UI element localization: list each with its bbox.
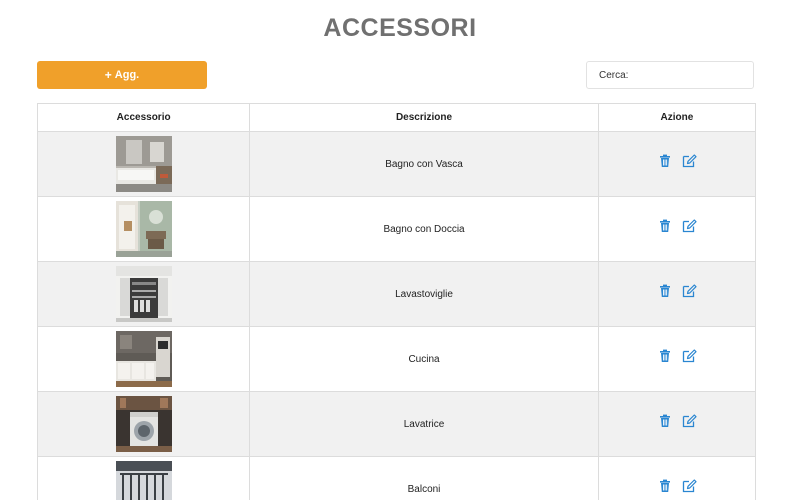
row-actions	[658, 153, 697, 168]
cell-descrizione: Lavatrice	[249, 391, 599, 457]
table-row: Lavatrice	[36, 391, 757, 457]
trash-icon[interactable]	[658, 284, 672, 298]
cell-accessorio	[36, 326, 251, 392]
cell-descrizione: Bagno con Vasca	[249, 131, 599, 197]
edit-icon[interactable]	[682, 218, 697, 233]
cell-accessorio	[36, 261, 251, 327]
row-actions	[658, 283, 697, 298]
accessories-table-wrapper: Accessorio Descrizione Azione Bagno con …	[36, 103, 757, 500]
search-input[interactable]	[632, 69, 733, 81]
table-header-row: Accessorio Descrizione Azione	[36, 103, 757, 132]
cell-azione	[597, 326, 757, 392]
trash-icon[interactable]	[658, 219, 672, 233]
washing-machine-photo	[115, 396, 172, 452]
cell-accessorio	[36, 131, 251, 197]
column-header-descrizione[interactable]: Descrizione	[249, 103, 599, 132]
edit-icon[interactable]	[682, 413, 697, 428]
dishwasher-photo	[115, 266, 172, 322]
add-button-label: Agg.	[114, 69, 140, 81]
cell-azione	[597, 131, 757, 197]
cell-azione	[597, 456, 757, 500]
table-row: Lavastoviglie	[36, 261, 757, 327]
table-row: Cucina	[36, 326, 757, 392]
trash-icon[interactable]	[658, 349, 672, 363]
table-row: Bagno con Vasca	[36, 131, 757, 197]
table-body: Bagno con Vasca Bagno con Doccia Lavasto…	[36, 131, 757, 500]
table-row: Bagno con Doccia	[36, 196, 757, 262]
column-header-accessorio[interactable]: Accessorio	[36, 103, 251, 132]
cell-descrizione: Lavastoviglie	[249, 261, 599, 327]
row-actions	[658, 478, 697, 493]
column-header-azione: Azione	[597, 103, 757, 132]
row-actions	[658, 348, 697, 363]
row-actions	[658, 413, 697, 428]
edit-icon[interactable]	[682, 348, 697, 363]
cell-descrizione: Balconi	[249, 456, 599, 500]
cell-accessorio	[36, 391, 251, 457]
balcony-photo	[115, 461, 172, 500]
edit-icon[interactable]	[682, 283, 697, 298]
plus-icon: +	[104, 68, 112, 82]
cell-descrizione: Cucina	[249, 326, 599, 392]
cell-azione	[597, 196, 757, 262]
accessories-table: Accessorio Descrizione Azione Bagno con …	[36, 103, 757, 500]
page: ACCESSORI + Agg. Cerca: Accessorio Descr…	[0, 0, 800, 500]
row-actions	[658, 218, 697, 233]
edit-icon[interactable]	[682, 478, 697, 493]
trash-icon[interactable]	[658, 479, 672, 493]
table-row: Balconi	[36, 456, 757, 500]
cell-azione	[597, 261, 757, 327]
page-title: ACCESSORI	[323, 14, 477, 42]
search-label: Cerca:	[599, 69, 629, 81]
cell-descrizione: Bagno con Doccia	[249, 196, 599, 262]
kitchen-photo	[115, 331, 172, 387]
trash-icon[interactable]	[658, 154, 672, 168]
bathroom-with-tub-photo	[115, 136, 172, 192]
edit-icon[interactable]	[682, 153, 697, 168]
cell-accessorio	[36, 196, 251, 262]
search-box: Cerca:	[586, 61, 754, 89]
trash-icon[interactable]	[658, 414, 672, 428]
bathroom-with-shower-photo	[115, 201, 172, 257]
cell-azione	[597, 391, 757, 457]
add-button[interactable]: + Agg.	[37, 61, 207, 89]
cell-accessorio	[36, 456, 251, 500]
